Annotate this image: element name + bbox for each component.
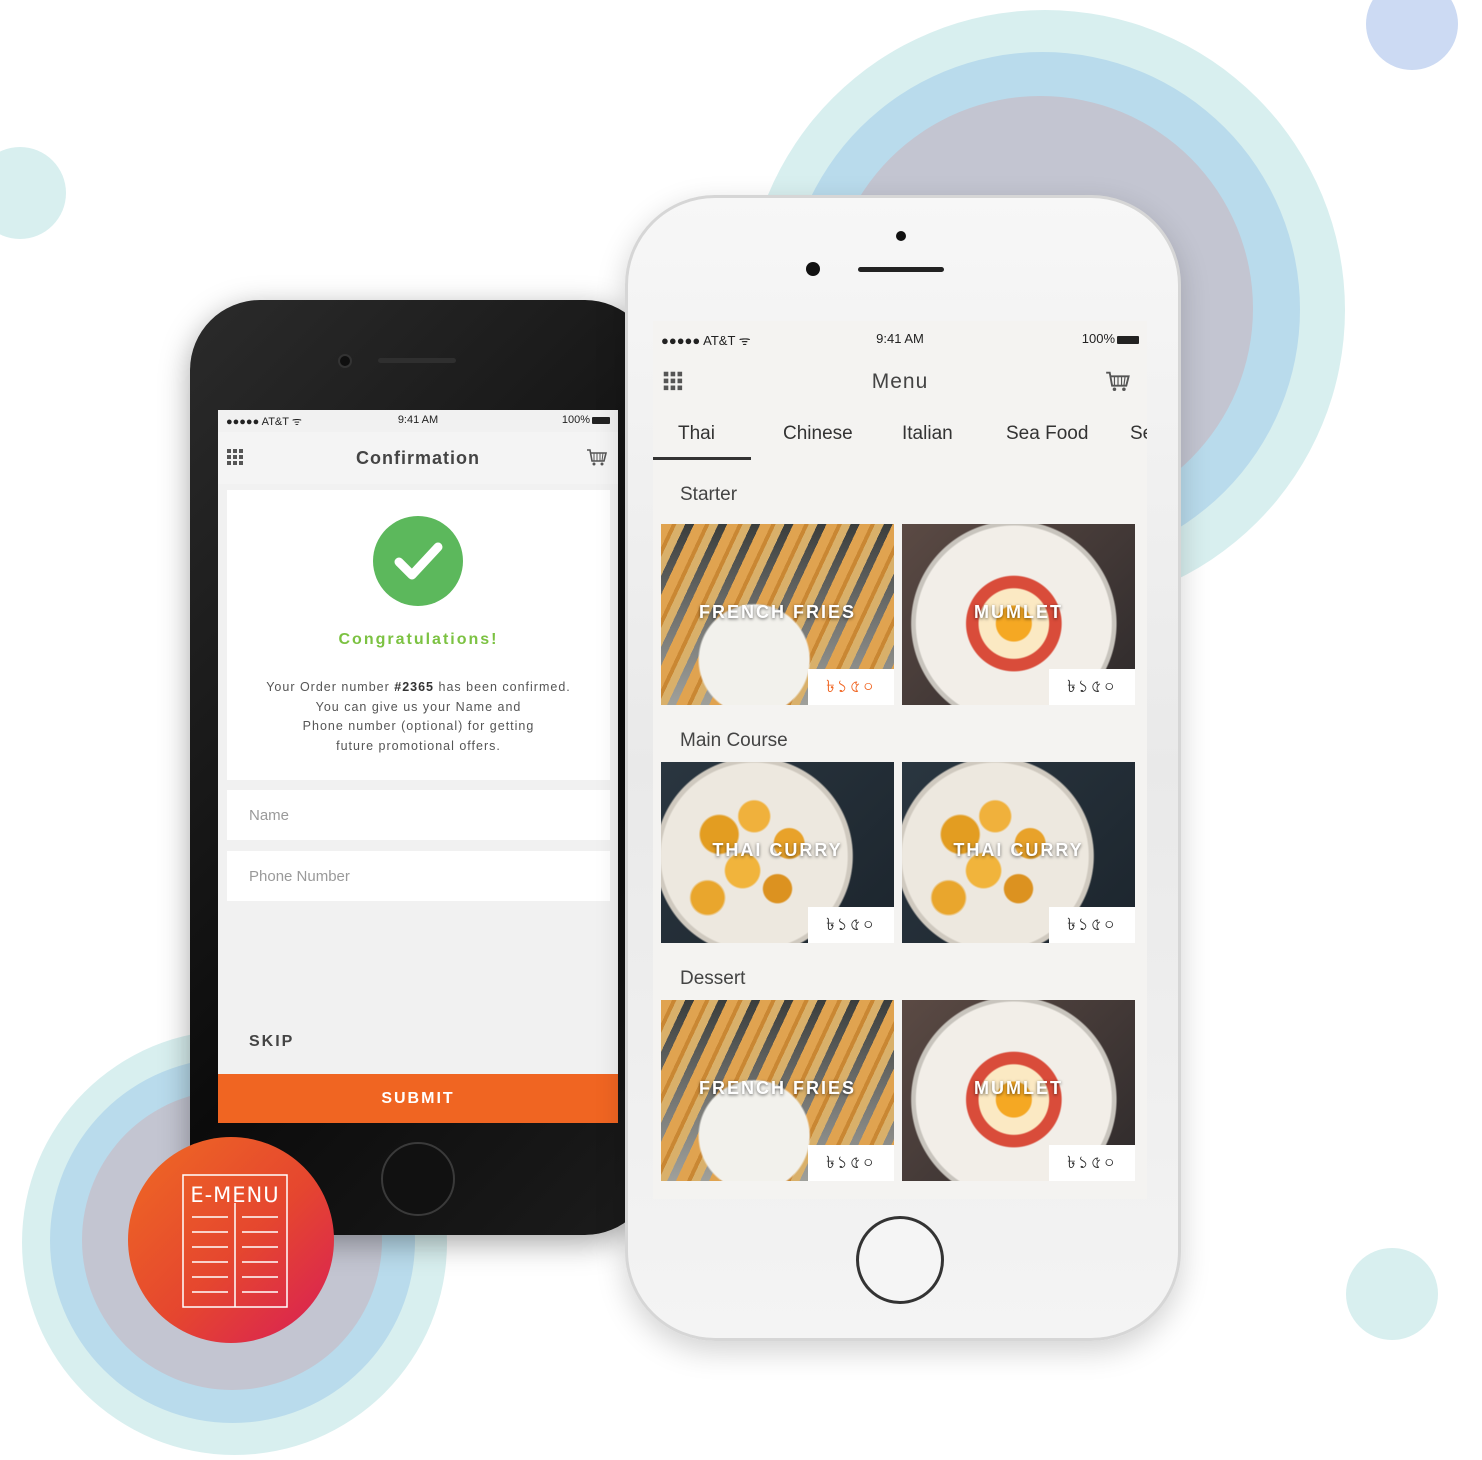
menu-card[interactable]: THAI CURRY ৳১৫০	[661, 762, 894, 943]
food-name: MUMLET	[974, 602, 1063, 622]
menu-card[interactable]: MUMLET ৳১৫০	[902, 524, 1135, 705]
food-price: ৳১৫০	[1049, 907, 1135, 943]
food-name: THAI CURRY	[712, 840, 843, 860]
submit-button[interactable]: SUBMIT	[218, 1074, 618, 1123]
status-bar: ●●●●● AT&T ᯤ 9:41 AM 100%	[218, 410, 618, 432]
speaker-grille	[378, 358, 456, 363]
category-tabs: Thai Chinese Italian Sea Food Se	[653, 409, 1147, 460]
food-name: MUMLET	[974, 1078, 1063, 1098]
food-price: ৳১৫০	[808, 1145, 894, 1181]
section-title-starter: Starter	[680, 484, 738, 505]
tab-chinese[interactable]: Chinese	[783, 423, 853, 445]
e-menu-logo: E-MENU	[128, 1137, 334, 1343]
menu-card[interactable]: MUMLET ৳১৫০	[902, 1000, 1135, 1181]
home-button[interactable]	[381, 1142, 455, 1216]
home-button[interactable]	[856, 1216, 944, 1304]
tab-sea-food[interactable]: Sea Food	[1006, 423, 1088, 445]
battery-indicator: 100%	[1082, 331, 1139, 346]
cart-icon[interactable]	[1105, 369, 1131, 393]
menu-card[interactable]: THAI CURRY ৳১৫০	[902, 762, 1135, 943]
confirmation-message: Your Order number #2365 has been confirm…	[227, 678, 610, 756]
message-suffix: has been confirmed.	[434, 680, 571, 694]
menu-card[interactable]: FRENCH FRIES ৳১৫০	[661, 524, 894, 705]
confirmation-screen: ●●●●● AT&T ᯤ 9:41 AM 100% Confirmation C…	[218, 410, 618, 1123]
status-time: 9:41 AM	[876, 331, 924, 346]
battery-percent: 100%	[561, 414, 590, 426]
menu-screen: ●●●●● AT&T ᯤ 9:41 AM 100% Menu Thai Chin…	[653, 321, 1147, 1199]
page-title: Confirmation	[356, 448, 480, 468]
phone-number-field[interactable]: Phone Number	[227, 851, 610, 901]
logo-text: E-MENU	[190, 1183, 280, 1207]
bg-dot-top-right	[1366, 0, 1458, 70]
speaker-grille	[858, 267, 944, 272]
food-name: FRENCH FRIES	[698, 602, 856, 622]
cart-icon[interactable]	[586, 447, 608, 467]
section-title-main-course: Main Course	[680, 730, 788, 751]
front-camera	[338, 354, 352, 368]
food-name: THAI CURRY	[953, 840, 1084, 860]
name-placeholder: Name	[249, 807, 290, 824]
bg-dot-left	[0, 147, 66, 239]
menu-card[interactable]: FRENCH FRIES ৳১৫০	[661, 1000, 894, 1181]
battery-icon	[592, 416, 610, 424]
page-title: Menu	[871, 370, 929, 393]
order-number: #2365	[394, 680, 435, 694]
message-line-2: You can give us your Name and	[315, 699, 522, 714]
menu-book-icon	[182, 1174, 288, 1308]
tab-italian[interactable]: Italian	[902, 423, 953, 445]
confirmation-card: Congratulations! Your Order number #2365…	[227, 490, 610, 780]
tab-thai[interactable]: Thai	[678, 423, 715, 445]
message-line-3: Phone number (optional) for getting	[302, 719, 535, 733]
bg-dot-bottom-right	[1346, 1248, 1438, 1340]
congratulations-heading: Congratulations!	[338, 631, 499, 648]
skip-button[interactable]: SKIP	[249, 1033, 294, 1051]
food-price: ৳১৫০	[808, 907, 894, 943]
food-price: ৳১৫০	[808, 669, 894, 705]
status-time: 9:41 AM	[397, 414, 439, 426]
battery-indicator: 100%	[562, 414, 610, 426]
app-header: Confirmation	[218, 432, 618, 484]
name-field[interactable]: Name	[227, 790, 610, 840]
food-price: ৳১৫০	[1049, 669, 1135, 705]
active-tab-indicator	[653, 457, 751, 460]
food-price: ৳১৫০	[1049, 1145, 1135, 1181]
message-line-4: future promotional offers.	[336, 738, 501, 753]
section-title-dessert: Dessert	[680, 968, 746, 989]
front-camera	[896, 231, 906, 241]
phone-placeholder: Phone Number	[249, 868, 350, 885]
battery-percent: 100%	[1081, 331, 1115, 346]
battery-icon	[1117, 335, 1139, 344]
food-name: FRENCH FRIES	[698, 1078, 856, 1098]
tab-next-partial[interactable]: Se	[1130, 423, 1147, 445]
status-bar: ●●●●● AT&T ᯤ 9:41 AM 100%	[653, 327, 1147, 349]
submit-label: SUBMIT	[381, 1090, 455, 1107]
message-line-1: Your Order number #2365 has been confirm…	[227, 678, 610, 698]
proximity-sensor	[806, 262, 820, 276]
check-circle-icon	[373, 516, 463, 606]
message-prefix: Your Order number	[266, 680, 395, 694]
